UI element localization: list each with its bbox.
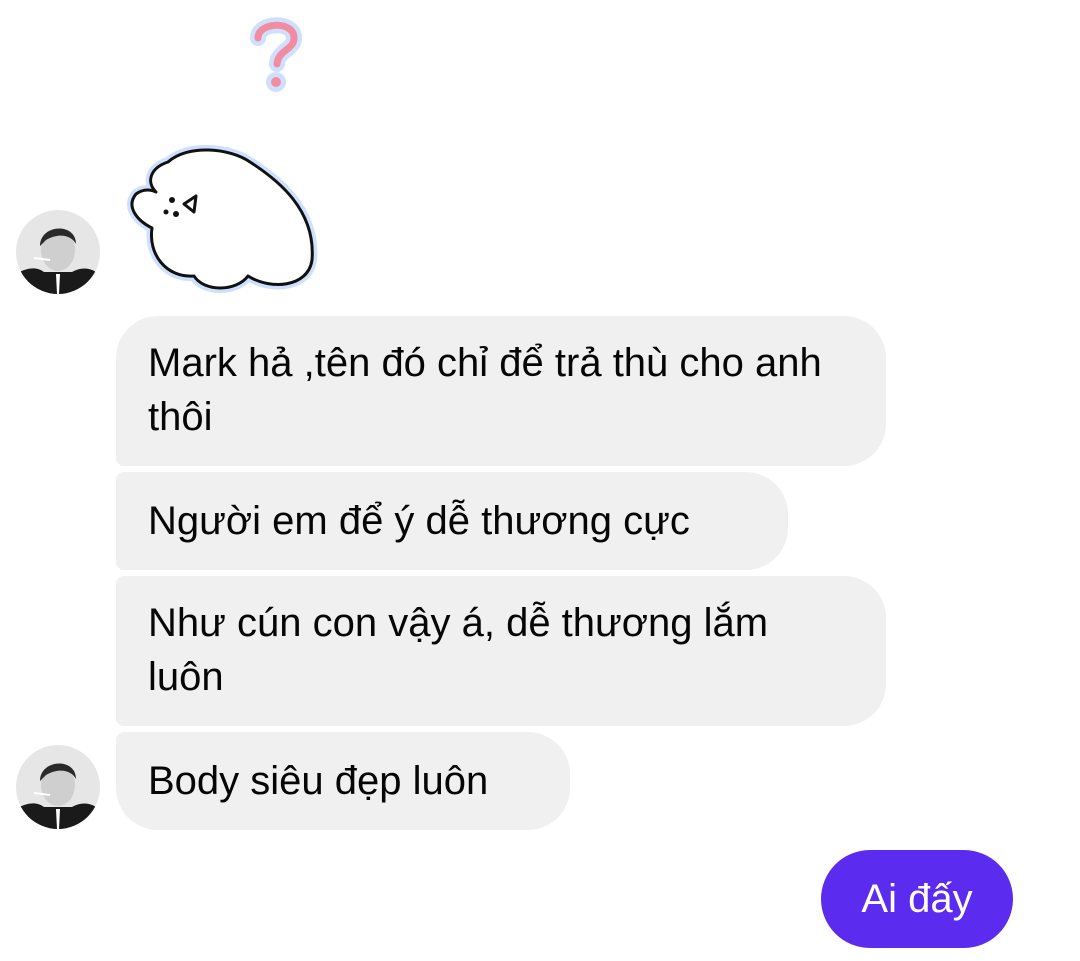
question-mark-sticker-icon[interactable] (246, 14, 306, 94)
incoming-message-bubble[interactable]: Người em để ý dễ thương cực (116, 472, 788, 570)
contact-avatar[interactable] (16, 745, 100, 829)
outgoing-message-bubble[interactable]: Ai đấy (821, 850, 1013, 948)
contact-avatar[interactable] (16, 210, 100, 294)
blob-sticker-icon[interactable] (118, 142, 318, 297)
incoming-message-bubble[interactable]: Như cún con vậy á, dễ thương lắm luôn (116, 576, 886, 726)
incoming-message-bubble[interactable]: Body siêu đẹp luôn (116, 732, 570, 830)
incoming-message-bubble[interactable]: Mark hả ,tên đó chỉ để trả thù cho anh t… (116, 316, 886, 466)
